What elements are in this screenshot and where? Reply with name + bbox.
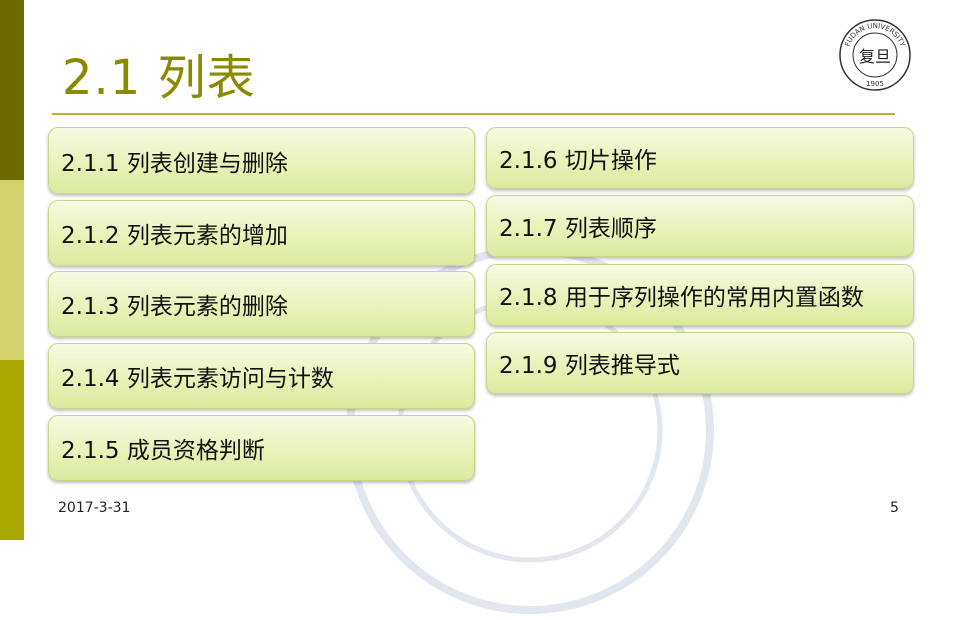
accent-bar-top: [0, 0, 24, 180]
topic-label: 2.1.2 列表元素的增加: [61, 223, 288, 249]
topic-item-2-1-6[interactable]: 2.1.6 切片操作: [486, 127, 914, 189]
fudan-university-logo: FUDAN UNIVERSITY 复旦 1905: [839, 19, 911, 91]
accent-bar-middle: [0, 180, 24, 360]
topic-label: 2.1.3 列表元素的删除: [61, 294, 288, 320]
topic-label: 2.1.4 列表元素访问与计数: [61, 366, 334, 392]
topic-item-2-1-4[interactable]: 2.1.4 列表元素访问与计数: [48, 343, 475, 409]
topic-label: 2.1.5 成员资格判断: [61, 438, 265, 464]
logo-center-glyph: 复旦: [859, 47, 891, 66]
topic-label: 2.1.7 列表顺序: [499, 216, 657, 242]
topic-label: 2.1.9 列表推导式: [499, 353, 680, 379]
topic-label: 2.1.6 切片操作: [499, 148, 657, 174]
topic-item-2-1-3[interactable]: 2.1.3 列表元素的删除: [48, 271, 475, 337]
topic-item-2-1-8[interactable]: 2.1.8 用于序列操作的常用内置函数: [486, 264, 914, 326]
topic-item-2-1-7[interactable]: 2.1.7 列表顺序: [486, 195, 914, 257]
topic-item-2-1-2[interactable]: 2.1.2 列表元素的增加: [48, 200, 475, 266]
topic-item-2-1-5[interactable]: 2.1.5 成员资格判断: [48, 415, 475, 481]
topic-label: 2.1.8 用于序列操作的常用内置函数: [499, 285, 864, 311]
slide-page-number: 5: [890, 500, 899, 516]
slide-title: 2.1 列表: [62, 50, 256, 106]
accent-bar-bottom: [0, 360, 24, 540]
title-divider: [52, 113, 895, 115]
topic-item-2-1-9[interactable]: 2.1.9 列表推导式: [486, 332, 914, 394]
logo-year: 1905: [866, 80, 884, 88]
slide-date: 2017-3-31: [58, 500, 131, 516]
topic-item-2-1-1[interactable]: 2.1.1 列表创建与删除: [48, 127, 475, 194]
topic-label: 2.1.1 列表创建与删除: [61, 150, 288, 177]
